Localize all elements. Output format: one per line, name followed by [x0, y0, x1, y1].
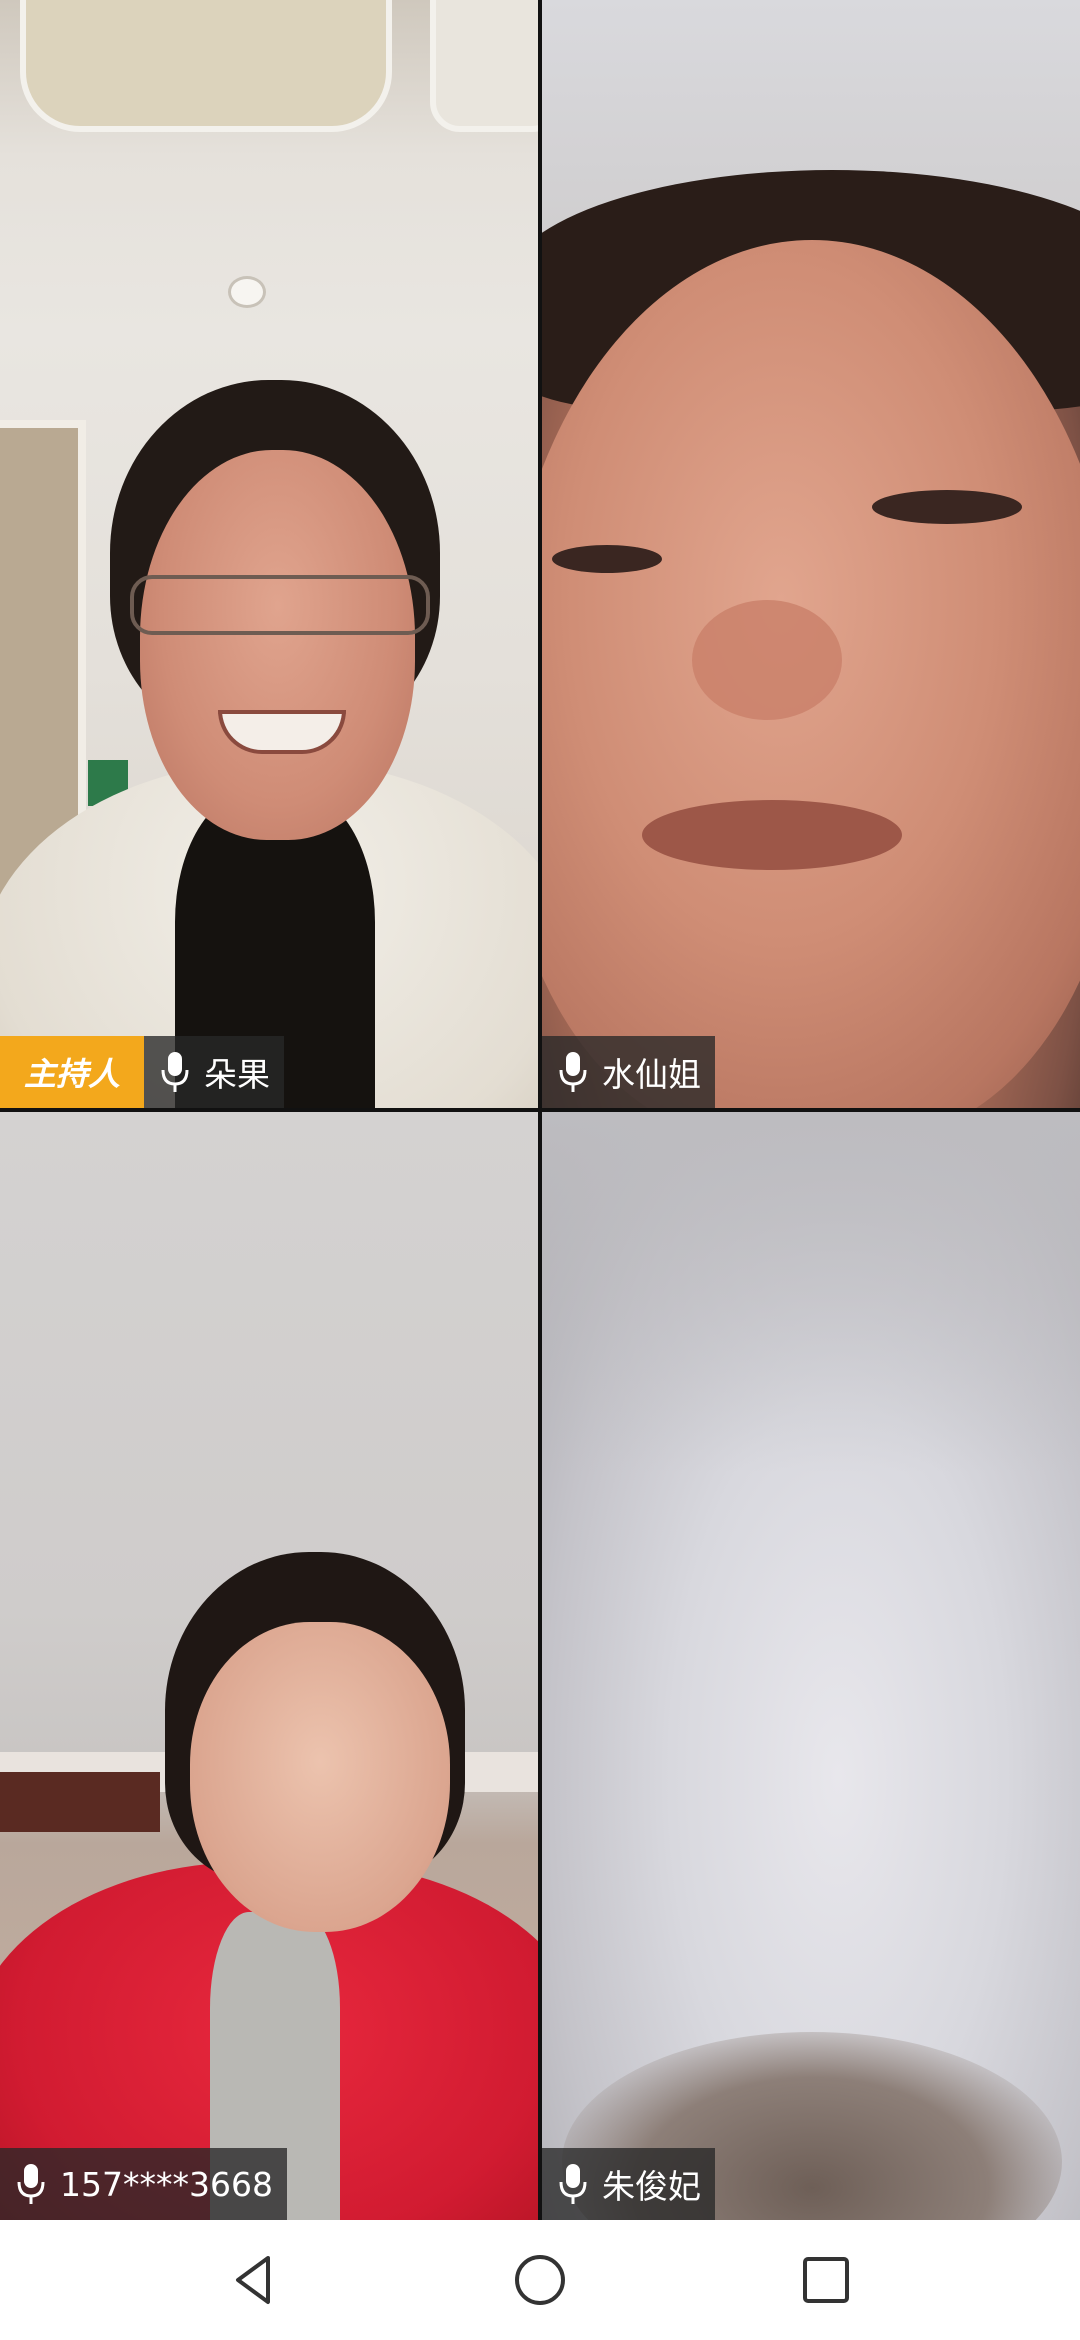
participant-tile[interactable]: 157****3668 [0, 1112, 538, 2220]
name-chip: 水仙姐 [542, 1036, 715, 1108]
participant-name: 水仙姐 [602, 1055, 701, 1094]
microphone-icon [17, 2164, 45, 2204]
video-scene-detail [872, 490, 1022, 524]
video-scene-detail [552, 545, 662, 573]
home-button[interactable] [512, 2252, 568, 2308]
host-badge: 主持人 [0, 1036, 145, 1108]
video-scene-detail [0, 1772, 160, 1832]
back-button[interactable] [226, 2252, 282, 2308]
participant-video [0, 1112, 538, 2220]
participant-video [542, 1112, 1080, 2220]
microphone-icon [559, 2164, 587, 2204]
name-chip: 朱俊妃 [542, 2148, 715, 2220]
participant-name: 朵果 [204, 1055, 271, 1094]
participant-name: 朱俊妃 [602, 2167, 701, 2206]
video-grid: 主持人 朵果 水仙姐 157****3668 朱俊妃 [0, 0, 1080, 2220]
system-navigation-bar [0, 2220, 1080, 2340]
name-chip: 朵果 [144, 1036, 285, 1108]
microphone-icon [161, 1052, 189, 1092]
video-conference-screen: 主持人 朵果 水仙姐 157****3668 朱俊妃 [0, 0, 1080, 2340]
participant-label: 朱俊妃 [542, 2148, 715, 2220]
video-scene-detail [430, 0, 538, 132]
participant-name: 157****3668 [60, 2164, 273, 2204]
video-scene-detail [130, 575, 430, 635]
video-scene-detail [692, 600, 842, 720]
video-scene-detail [190, 1622, 450, 1932]
participant-label: 水仙姐 [542, 1036, 715, 1108]
participant-tile-host[interactable]: 主持人 朵果 [0, 0, 538, 1108]
participant-video [0, 0, 538, 1108]
video-scene-detail [542, 1112, 1080, 1472]
name-chip: 157****3668 [0, 2148, 287, 2220]
participant-tile[interactable]: 朱俊妃 [542, 1112, 1080, 2220]
back-icon [236, 2256, 270, 2304]
home-icon [515, 2255, 565, 2305]
microphone-icon [559, 1052, 587, 1092]
video-scene-detail [228, 276, 266, 308]
video-scene-detail [20, 0, 392, 132]
participant-label: 主持人 朵果 [0, 1036, 285, 1108]
participant-video [542, 0, 1080, 1108]
video-scene-detail [140, 450, 415, 840]
video-scene-detail [642, 800, 902, 870]
recents-button[interactable] [798, 2252, 854, 2308]
recents-icon [803, 2257, 849, 2303]
participant-label: 157****3668 [0, 2148, 287, 2220]
participant-tile[interactable]: 水仙姐 [542, 0, 1080, 1108]
